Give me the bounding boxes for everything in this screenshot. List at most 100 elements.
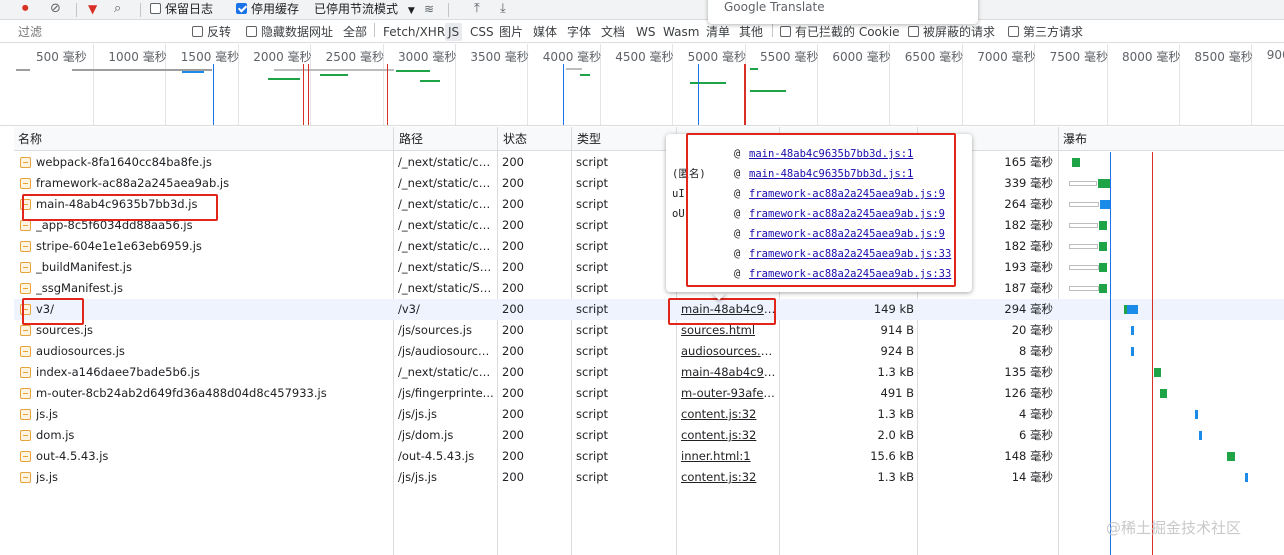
request-path: /out-4.5.43.js <box>398 449 475 463</box>
filter-type-font[interactable]: 字体 <box>567 23 591 41</box>
table-row[interactable]: framework-ac88a2a245aea9ab.js /_next/stat… <box>14 173 1284 194</box>
disable-cache-checkbox[interactable]: 停用缓存 <box>236 0 299 20</box>
blocked-requests-label: 被屏蔽的请求 <box>923 25 996 39</box>
network-conditions-icon[interactable]: ≋ <box>424 0 434 20</box>
request-type: script <box>576 449 609 463</box>
column-header-waterfall[interactable]: 瀑布 <box>1059 127 1087 151</box>
request-initiator[interactable]: content.js:32 <box>681 404 776 425</box>
request-time: 126 毫秒 <box>1004 386 1053 400</box>
filter-type-manifest[interactable]: 清单 <box>706 23 730 41</box>
export-har-icon[interactable]: ⤓ <box>500 0 506 20</box>
search-icon[interactable]: ⌕ <box>114 0 121 20</box>
preserve-log-checkbox[interactable]: 保留日志 <box>150 0 213 20</box>
request-time: 6 毫秒 <box>1019 428 1053 442</box>
highlight-box-main-js <box>22 194 218 221</box>
table-row[interactable]: js.js/js/js.js 200 script content.js:32 1.3 … <box>14 467 1284 488</box>
overview-bar <box>750 90 786 92</box>
request-path: /js/sources.js <box>398 323 472 337</box>
request-status: 200 <box>502 218 524 232</box>
column-header-path[interactable]: 路径 <box>395 127 423 151</box>
script-file-icon <box>20 388 31 399</box>
filter-type-css[interactable]: CSS <box>470 23 494 41</box>
column-header-status[interactable]: 状态 <box>499 127 527 151</box>
table-row[interactable]: v3//v3/200 script main-48ab4c96... 149 kB 29… <box>14 299 1284 320</box>
request-initiator[interactable]: main-48ab4c96... <box>681 362 776 383</box>
record-stop-icon[interactable]: ⏺ <box>22 0 29 20</box>
waterfall-bar <box>1069 286 1099 291</box>
table-row[interactable]: m-outer-8cb24ab2d649fd36a488d04d8c457933… <box>14 383 1284 404</box>
request-initiator[interactable]: inner.html:1 <box>681 446 776 467</box>
filter-type-wasm[interactable]: Wasm <box>663 23 699 41</box>
checkbox-icon <box>780 26 791 37</box>
overview-bar <box>750 68 758 70</box>
filter-type-all[interactable]: 全部 <box>343 23 367 41</box>
blocked-cookies-checkbox[interactable]: 有已拦截的 Cookie <box>780 23 900 41</box>
dom-content-loaded-marker <box>698 64 699 125</box>
timeline-tick-label: 4500 毫秒 <box>615 50 674 64</box>
filter-type-img[interactable]: 图片 <box>499 23 523 41</box>
request-table-header: 名称 路径 状态 类型 瀑布 <box>14 127 1284 151</box>
waterfall-bar <box>1245 473 1248 482</box>
request-initiator[interactable]: content.js:32 <box>681 467 776 488</box>
preserve-log-label: 保留日志 <box>165 2 214 16</box>
request-initiator[interactable]: content.js:32 <box>681 425 776 446</box>
filter-funnel-icon[interactable]: ▼ <box>88 0 97 20</box>
request-type: script <box>576 260 609 274</box>
table-row[interactable]: audiosources.js/js/audiosource... 200 scri… <box>14 341 1284 362</box>
request-status: 200 <box>502 470 524 484</box>
table-row[interactable]: index-a146daee7bade5b6.js /_next/static/c… <box>14 362 1284 383</box>
table-row[interactable]: webpack-8fa1640cc84ba8fe.js /_next/static… <box>14 152 1284 173</box>
blocked-requests-checkbox[interactable]: 被屏蔽的请求 <box>908 23 995 41</box>
third-party-checkbox[interactable]: 第三方请求 <box>1008 23 1083 41</box>
script-file-icon <box>20 409 31 420</box>
table-row[interactable]: _buildManifest.js /_next/static/Ss... 200 s… <box>14 257 1284 278</box>
overview-bar <box>320 74 348 76</box>
load-event-line <box>1152 152 1153 555</box>
request-name: out-4.5.43.js <box>36 449 109 463</box>
waterfall-bar <box>1099 263 1107 272</box>
timeline-tick-label: 5500 毫秒 <box>760 50 819 64</box>
checkbox-checked-icon <box>236 3 247 14</box>
table-row[interactable]: js.js/js/js.js 200 script content.js:32 1.3 … <box>14 404 1284 425</box>
request-type: script <box>576 281 609 295</box>
column-header-type[interactable]: 类型 <box>573 127 601 151</box>
timeline-tick-label: 3500 毫秒 <box>470 50 529 64</box>
filter-type-other[interactable]: 其他 <box>739 23 763 41</box>
filter-type-js[interactable]: JS <box>445 23 463 41</box>
checkbox-icon <box>1008 26 1019 37</box>
waterfall-bar <box>1072 158 1080 167</box>
filter-type-ws[interactable]: WS <box>636 23 655 41</box>
timeline-tick-label: 1500 毫秒 <box>180 50 240 64</box>
script-file-icon <box>20 430 31 441</box>
clear-icon[interactable]: ⊘ <box>50 0 61 20</box>
invert-checkbox[interactable]: 反转 <box>192 23 231 41</box>
filter-type-doc[interactable]: 文档 <box>601 23 625 41</box>
request-path: /js/js.js <box>398 470 437 484</box>
request-status: 200 <box>502 407 524 421</box>
filter-input[interactable] <box>14 23 182 41</box>
throttling-select[interactable]: 已停用节流模式 ▼ <box>314 0 415 20</box>
checkbox-icon <box>908 26 919 37</box>
hide-data-urls-checkbox[interactable]: 隐藏数据网址 <box>246 23 333 41</box>
table-row[interactable]: sources.js/js/sources.js 200 script sources… <box>14 320 1284 341</box>
waterfall-bar <box>1069 244 1098 249</box>
request-initiator[interactable]: m-outer-93afee... <box>681 383 776 404</box>
request-name: sources.js <box>36 323 94 337</box>
overview-bar <box>690 82 726 84</box>
table-row[interactable]: out-4.5.43.js/out-4.5.43.js 200 script inne… <box>14 446 1284 467</box>
table-row[interactable]: _ssgManifest.js /_next/static/Ss... 200 scr… <box>14 278 1284 299</box>
waterfall-bar <box>1227 452 1235 461</box>
table-row[interactable]: stripe-604e1e1e63eb6959.js /_next/static/… <box>14 236 1284 257</box>
column-header-name[interactable]: 名称 <box>14 127 42 151</box>
import-har-icon[interactable]: ⤒ <box>474 0 480 20</box>
timeline-overview[interactable]: 500 毫秒 1000 毫秒 1500 毫秒 2000 毫秒 2500 毫秒 3000 毫… <box>0 44 1284 126</box>
request-type: script <box>576 155 609 169</box>
request-status: 200 <box>502 449 524 463</box>
filter-type-fetch-xhr[interactable]: Fetch/XHR <box>383 23 445 41</box>
request-time: 20 毫秒 <box>1011 323 1053 337</box>
table-row[interactable]: dom.js/js/dom.js 200 script content.js:32 2.… <box>14 425 1284 446</box>
request-name: index-a146daee7bade5b6.js <box>36 365 200 379</box>
request-initiator[interactable]: audiosources.ht... <box>681 341 776 362</box>
filter-type-media[interactable]: 媒体 <box>533 23 557 41</box>
google-translate-label: Google Translate <box>724 0 825 14</box>
